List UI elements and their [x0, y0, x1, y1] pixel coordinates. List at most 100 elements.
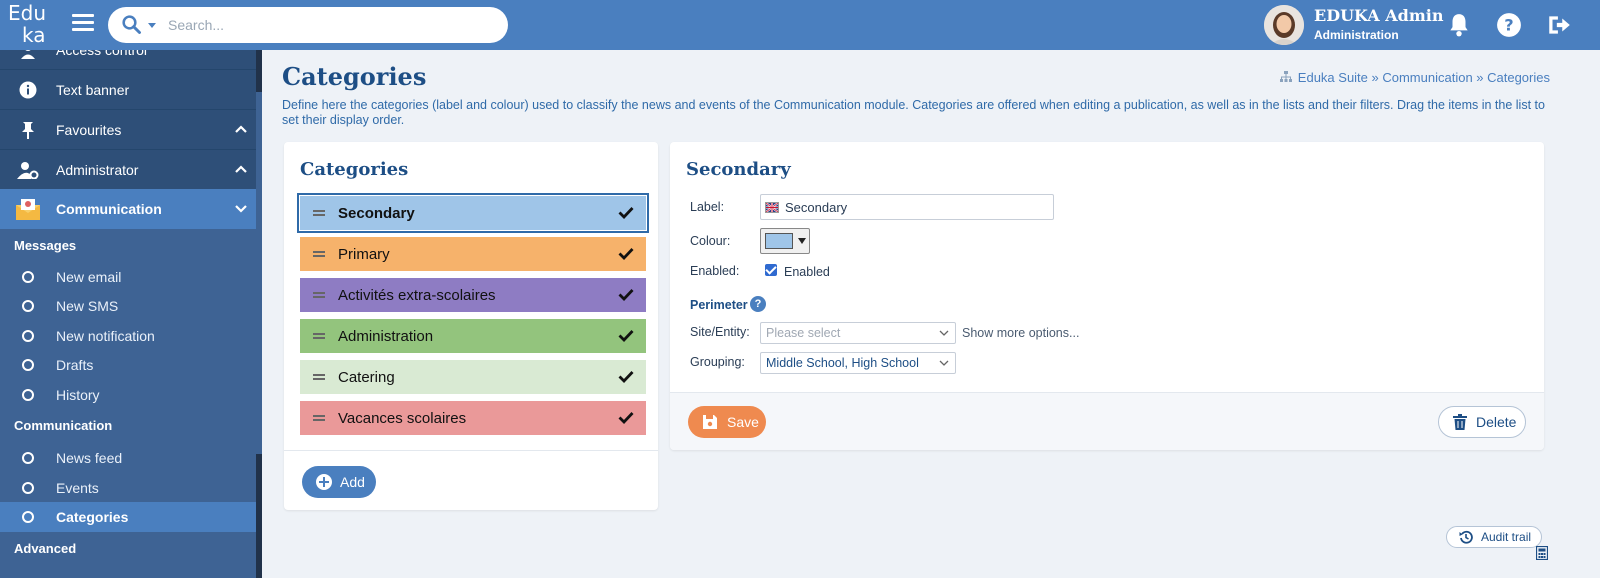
- sidebar-item-favourites[interactable]: Favourites: [0, 110, 262, 150]
- pin-icon: [22, 122, 34, 139]
- sidebar-item-access-control[interactable]: Access control: [0, 50, 262, 70]
- sidebar-item-new-sms[interactable]: New SMS: [0, 291, 262, 321]
- colour-swatch: [765, 233, 793, 249]
- category-item[interactable]: Administration: [300, 319, 646, 353]
- user-name[interactable]: EDUKA Admin: [1314, 6, 1444, 25]
- sidebar-item-label: New SMS: [56, 298, 119, 314]
- audit-trail-label: Audit trail: [1481, 530, 1532, 544]
- check-icon: [618, 371, 634, 383]
- add-category-button[interactable]: Add: [302, 466, 376, 498]
- category-item[interactable]: Activités extra-scolaires: [300, 278, 646, 312]
- sidebar-item-label: Drafts: [56, 357, 94, 373]
- sidebar-item-label: Favourites: [56, 122, 122, 138]
- delete-button[interactable]: Delete: [1438, 406, 1526, 438]
- grouping-select[interactable]: Middle School, High School: [760, 352, 956, 374]
- check-icon: [618, 248, 634, 260]
- audit-trail-button[interactable]: Audit trail: [1446, 526, 1542, 548]
- search-input[interactable]: [168, 15, 488, 35]
- sidebar-item-communication[interactable]: Communication: [0, 189, 262, 229]
- sidebar-item-categories[interactable]: Categories: [0, 502, 262, 532]
- category-item[interactable]: Catering: [300, 360, 646, 394]
- category-detail-card: Secondary Label: Secondary Colour: Enabl…: [670, 142, 1544, 450]
- category-label: Vacances scolaires: [338, 409, 467, 427]
- sidebar-scrollbar-thumb[interactable]: [256, 92, 262, 454]
- category-label: Catering: [338, 368, 395, 386]
- check-icon: [618, 207, 634, 219]
- colour-field-label: Colour:: [690, 234, 731, 248]
- chevron-up-icon[interactable]: [234, 162, 248, 176]
- sidebar-item-history[interactable]: History: [0, 380, 262, 410]
- sidebar-item-label: Administrator: [56, 162, 139, 178]
- uk-flag-icon: [765, 201, 779, 213]
- check-icon: [618, 412, 634, 424]
- chevron-up-icon[interactable]: [234, 122, 248, 136]
- breadcrumb[interactable]: Eduka Suite » Communication » Categories: [1279, 70, 1550, 85]
- sidebar-section-messages: Messages: [14, 238, 77, 253]
- sidebar-item-label: New email: [56, 269, 122, 285]
- category-item[interactable]: Secondary: [297, 193, 649, 233]
- help-icon[interactable]: ?: [1496, 12, 1522, 38]
- enabled-field-label: Enabled:: [690, 264, 740, 278]
- show-more-options-link[interactable]: Show more options...: [962, 326, 1079, 340]
- sidebar-item-label: Communication: [56, 201, 162, 217]
- label-input-value: Secondary: [785, 199, 848, 215]
- drag-handle-icon[interactable]: [300, 210, 338, 216]
- sidebar-item-label: Text banner: [56, 82, 130, 98]
- categories-card: Categories Secondary Primary Activités ext…: [284, 142, 658, 510]
- site-entity-select[interactable]: Please select: [760, 322, 956, 344]
- enabled-checkbox[interactable]: [765, 264, 777, 276]
- grouping-field-label: Grouping:: [690, 355, 745, 369]
- sidebar-item-new-notification[interactable]: New notification: [0, 321, 262, 351]
- user-gear-icon: [17, 162, 39, 179]
- breadcrumb-text[interactable]: Eduka Suite » Communication » Categories: [1298, 70, 1550, 85]
- detail-card-footer: [670, 392, 1544, 450]
- dropdown-arrow-icon: [798, 238, 806, 244]
- top-bar: Edu ka EDUKA Admin Administration ?: [0, 0, 1600, 50]
- save-button[interactable]: Save: [688, 406, 766, 438]
- info-icon: [19, 81, 37, 99]
- sidebar-item-new-email[interactable]: New email: [0, 262, 262, 292]
- sidebar-item-drafts[interactable]: Drafts: [0, 350, 262, 380]
- categories-card-title: Categories: [300, 159, 409, 180]
- chevron-down-icon: [939, 360, 949, 366]
- trash-icon: [1453, 414, 1467, 430]
- sidebar-item-label: Categories: [56, 509, 129, 525]
- drag-handle-icon[interactable]: [300, 251, 338, 257]
- search-icon[interactable]: [120, 15, 144, 35]
- sidebar-item-text-banner[interactable]: Text banner: [0, 70, 262, 110]
- category-item[interactable]: Primary: [300, 237, 646, 271]
- envelope-icon: [16, 199, 40, 220]
- delete-label: Delete: [1476, 414, 1517, 430]
- user-icon: [21, 50, 35, 59]
- drag-handle-icon[interactable]: [300, 292, 338, 298]
- label-field-label: Label:: [690, 200, 725, 214]
- bell-icon[interactable]: [1446, 12, 1472, 38]
- logout-icon[interactable]: [1546, 12, 1572, 38]
- category-item[interactable]: Vacances scolaires: [300, 401, 646, 435]
- chevron-down-icon[interactable]: [234, 201, 248, 215]
- drag-handle-icon[interactable]: [300, 374, 338, 380]
- search-dropdown-icon[interactable]: [148, 23, 156, 28]
- eduka-logo[interactable]: Edu ka: [8, 2, 52, 46]
- main-content: Categories Eduka Suite » Communication »…: [270, 50, 1600, 578]
- menu-icon[interactable]: [72, 14, 94, 32]
- calculator-icon[interactable]: [1536, 546, 1548, 560]
- category-label: Secondary: [338, 204, 415, 222]
- sidebar-item-label: Access control: [56, 50, 148, 58]
- search-box[interactable]: [108, 7, 508, 43]
- sidebar-item-administrator[interactable]: Administrator: [0, 150, 262, 190]
- check-icon: [618, 330, 634, 342]
- sidebar-item-events[interactable]: Events: [0, 473, 262, 503]
- colour-picker[interactable]: [760, 228, 810, 254]
- enabled-checkbox-label[interactable]: Enabled: [784, 265, 830, 279]
- sidebar-item-news-feed[interactable]: News feed: [0, 443, 262, 473]
- perimeter-help-icon[interactable]: ?: [750, 296, 766, 312]
- drag-handle-icon[interactable]: [300, 415, 338, 421]
- logo-line2: ka: [22, 23, 46, 47]
- detail-card-title: Secondary: [686, 159, 791, 180]
- label-input[interactable]: Secondary: [760, 194, 1054, 220]
- site-field-label: Site/Entity:: [690, 325, 750, 339]
- avatar[interactable]: [1264, 5, 1304, 45]
- sidebar-section-advanced[interactable]: Advanced: [14, 541, 76, 556]
- drag-handle-icon[interactable]: [300, 333, 338, 339]
